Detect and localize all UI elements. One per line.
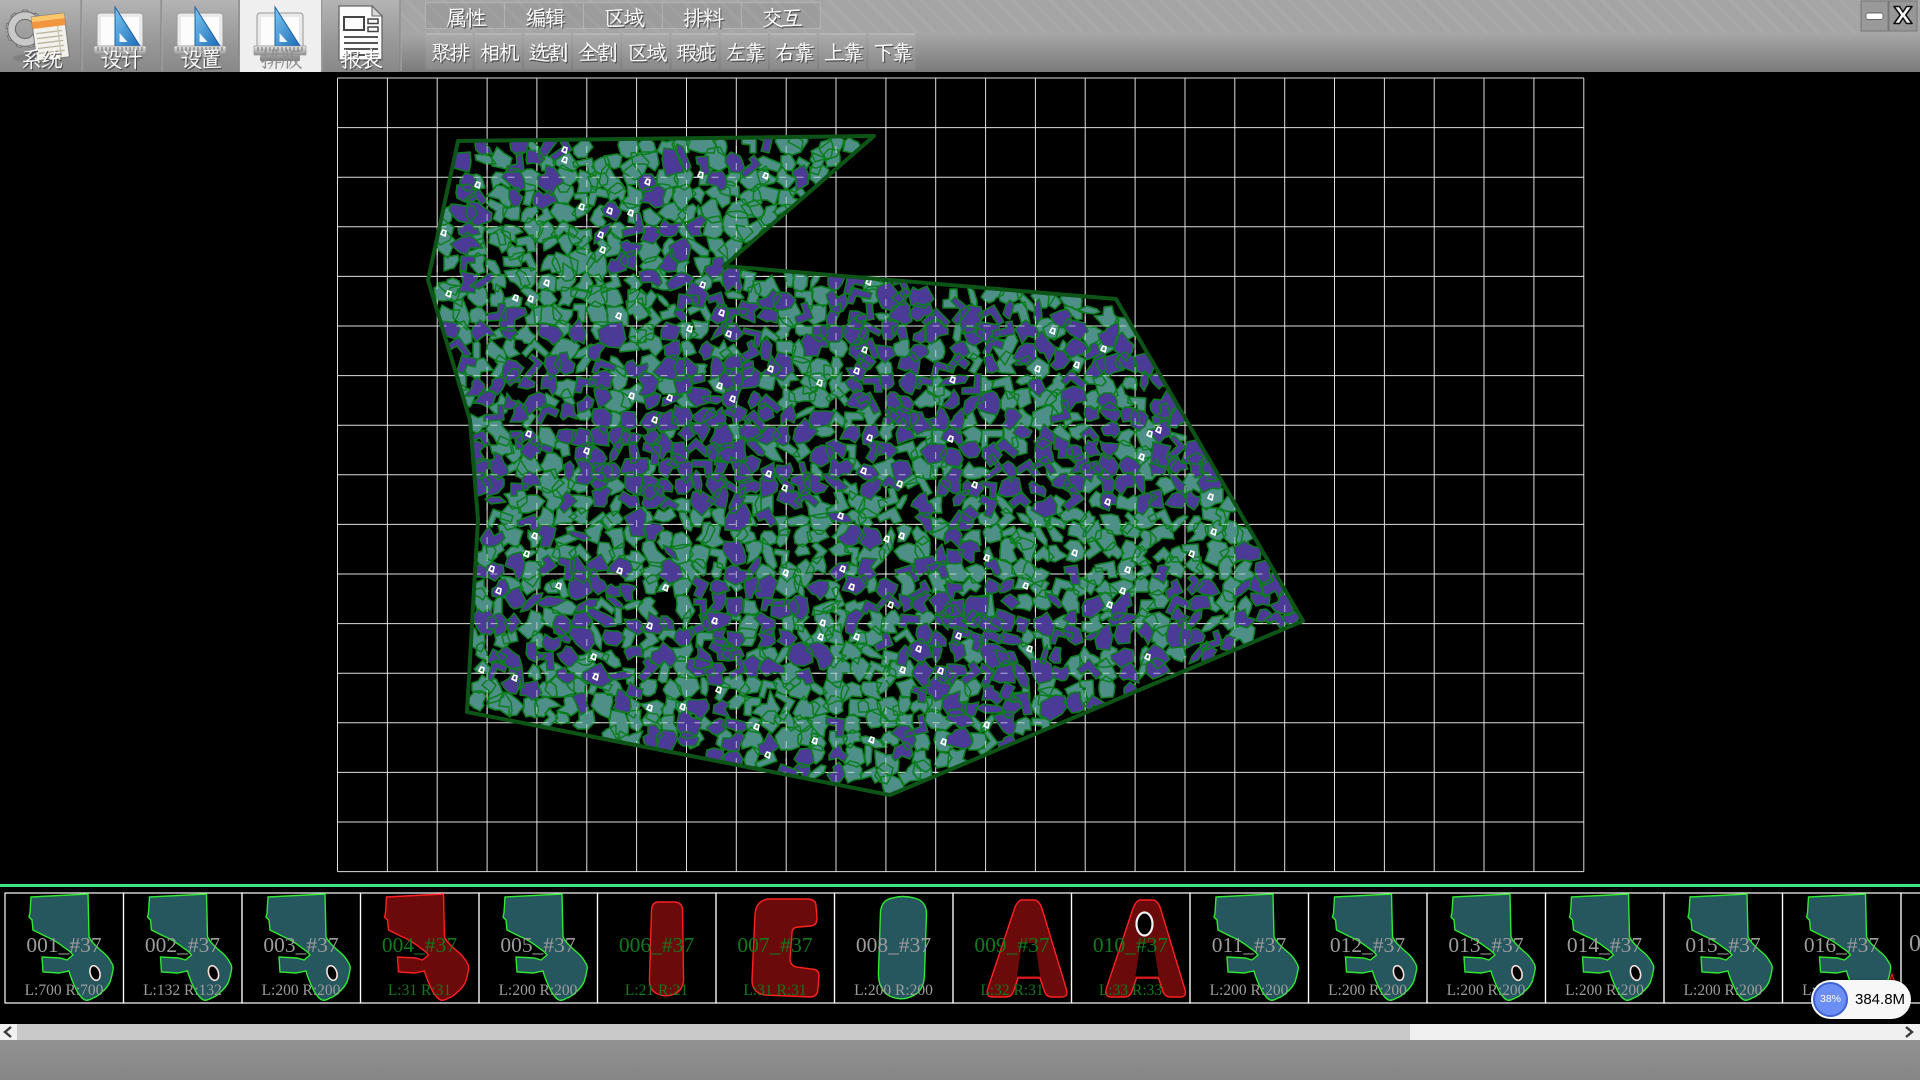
svg-text:L:200 R:200: L:200 R:200 xyxy=(1210,982,1289,999)
svg-text:L:32 R:31: L:32 R:31 xyxy=(980,982,1043,999)
svg-text:L:31 R:31: L:31 R:31 xyxy=(388,982,451,999)
svg-text:L:31 R:31: L:31 R:31 xyxy=(743,982,806,999)
svg-text:008_#37: 008_#37 xyxy=(856,933,932,957)
svg-text:010_#37: 010_#37 xyxy=(1093,933,1169,957)
svg-text:L:200 R:200: L:200 R:200 xyxy=(499,982,578,999)
svg-text:005_#37: 005_#37 xyxy=(500,933,576,957)
svg-text:009_#37: 009_#37 xyxy=(974,933,1050,957)
svg-text:L:200 R:200: L:200 R:200 xyxy=(262,982,341,999)
svg-text:L:200 R:200: L:200 R:200 xyxy=(1684,982,1763,999)
svg-text:L:200 R:200: L:200 R:200 xyxy=(1565,982,1644,999)
svg-text:L:200 R:200: L:200 R:200 xyxy=(854,982,933,999)
svg-text:L:132 R:132: L:132 R:132 xyxy=(143,982,222,999)
svg-text:002_#37: 002_#37 xyxy=(145,933,221,957)
svg-text:016_#37: 016_#37 xyxy=(1804,933,1880,957)
svg-text:007_#37: 007_#37 xyxy=(737,933,813,957)
svg-text:L:200 R:200: L:200 R:200 xyxy=(1447,982,1526,999)
svg-text:L:200 R:200: L:200 R:200 xyxy=(1328,982,1407,999)
svg-text:0: 0 xyxy=(1909,931,1920,957)
svg-text:003_#37: 003_#37 xyxy=(263,933,339,957)
svg-text:001_#37: 001_#37 xyxy=(26,933,102,957)
svg-text:012_#37: 012_#37 xyxy=(1330,933,1406,957)
svg-text:013_#37: 013_#37 xyxy=(1448,933,1524,957)
svg-text:014_#37: 014_#37 xyxy=(1567,933,1643,957)
svg-text:004_#37: 004_#37 xyxy=(382,933,458,957)
svg-text:011_#37: 011_#37 xyxy=(1212,933,1287,957)
svg-text:L:33 R:33: L:33 R:33 xyxy=(1099,982,1163,999)
svg-text:L:21 R:21: L:21 R:21 xyxy=(625,982,688,999)
svg-text:015_#37: 015_#37 xyxy=(1685,933,1761,957)
svg-text:006_#37: 006_#37 xyxy=(619,933,695,957)
svg-text:L:700 R:700: L:700 R:700 xyxy=(25,982,104,999)
